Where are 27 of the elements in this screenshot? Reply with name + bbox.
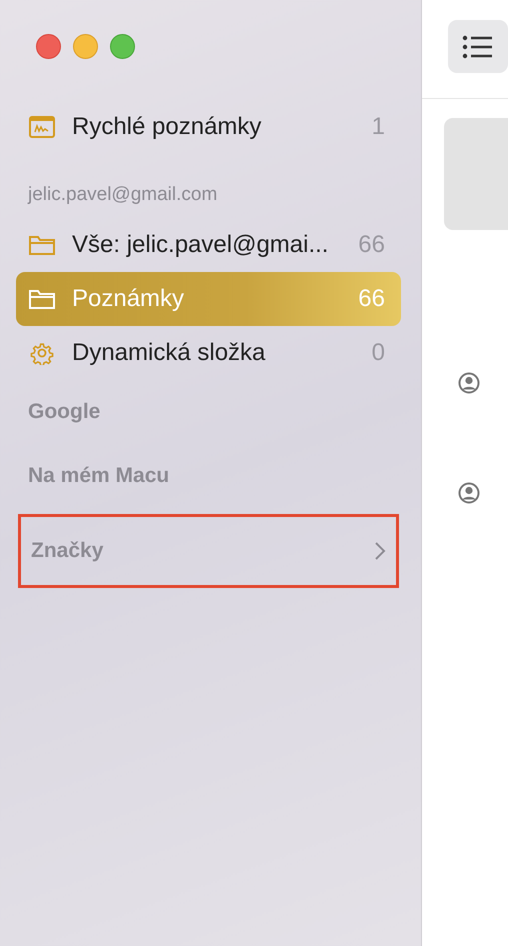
- note-icon: [28, 115, 56, 139]
- list-view-button[interactable]: [448, 20, 508, 73]
- section-header: Google: [27, 399, 102, 426]
- item-label: Vše: jelic.pavel@gmai...: [72, 230, 330, 260]
- sidebar-item[interactable]: Dynamická složka 0: [16, 326, 401, 380]
- item-label: Rychlé poznámky: [72, 112, 262, 142]
- person-icon: [458, 482, 480, 504]
- gear-icon: [28, 341, 56, 365]
- zoom-button[interactable]: [110, 34, 135, 59]
- section-header: jelic.pavel@gmail.com: [26, 182, 218, 207]
- item-label: Poznámky: [72, 284, 186, 314]
- minimize-button[interactable]: [73, 34, 98, 59]
- sidebar-item[interactable]: Rychlé poznámky 1: [16, 100, 401, 154]
- folder-icon: [28, 233, 56, 257]
- list-icon: [462, 34, 492, 60]
- section-header: Na mém Macu: [27, 463, 170, 490]
- item-count: 66: [358, 284, 385, 314]
- tags-label: Značky: [31, 538, 104, 564]
- item-count: 1: [372, 112, 385, 142]
- close-button[interactable]: [36, 34, 61, 59]
- folder-icon: [28, 287, 56, 311]
- item-label: Dynamická složka: [72, 338, 266, 368]
- chevron-icon: [374, 541, 386, 561]
- person-icon: [458, 372, 480, 394]
- sidebar-item[interactable]: Vše: jelic.pavel@gmai... 66: [16, 218, 401, 272]
- item-count: 0: [372, 338, 385, 368]
- item-count: 66: [358, 230, 385, 260]
